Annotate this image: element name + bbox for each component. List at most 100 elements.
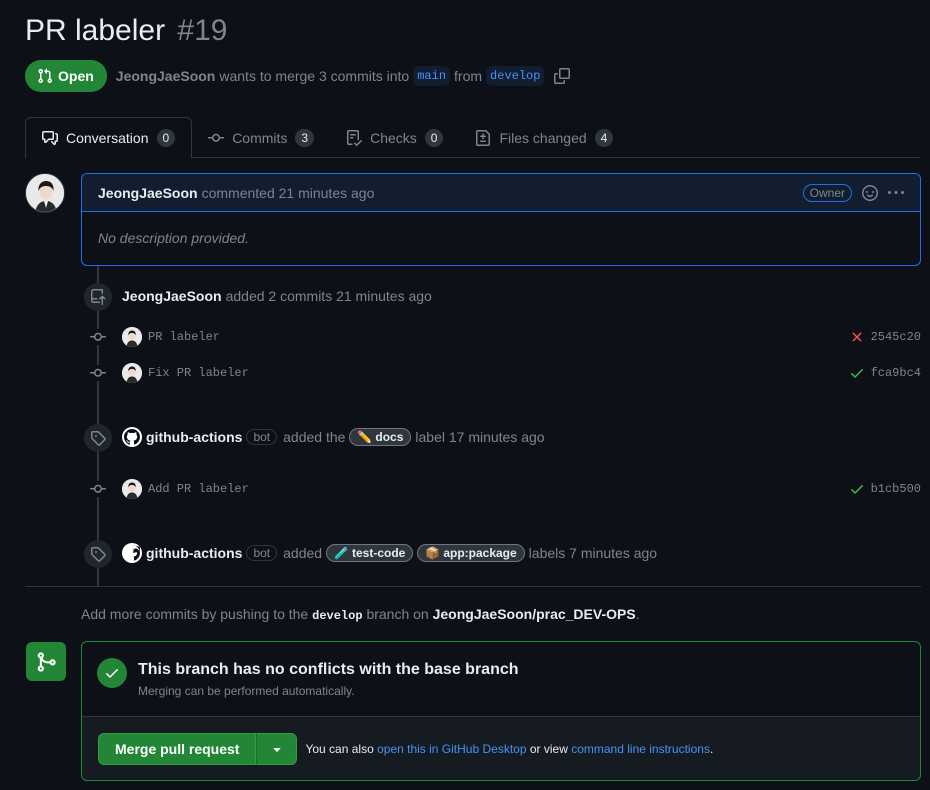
- comment-box: JeongJaeSoon commented 21 minutes ago Ow…: [81, 173, 921, 266]
- state-label: Open: [58, 68, 94, 84]
- comment-header: JeongJaeSoon commented 21 minutes ago Ow…: [82, 174, 920, 212]
- tag-icon: [84, 424, 112, 452]
- label-event: github-actions bot added 🧪 test-code 📦 a…: [122, 543, 657, 563]
- pr-title: PR labeler: [25, 14, 166, 47]
- pr-author-link[interactable]: JeongJaeSoon: [116, 68, 216, 84]
- smiley-icon[interactable]: [862, 184, 878, 201]
- file-diff-icon: [476, 129, 491, 146]
- tab-label: Commits: [232, 129, 288, 146]
- label-test-code[interactable]: 🧪 test-code: [326, 544, 414, 562]
- tab-counter: 4: [594, 128, 614, 147]
- push-hint-text: Add more commits by pushing to the: [81, 606, 309, 622]
- git-merge-icon: [26, 642, 66, 681]
- label-event: github-actions bot added the ✏️ docs lab…: [122, 427, 545, 447]
- commit-row: Fix PR labeler fca9bc4: [122, 362, 921, 384]
- tab-conversation[interactable]: Conversation 0: [25, 117, 193, 159]
- label-text: app:package: [443, 546, 517, 560]
- merge-hint-text: You can also: [305, 741, 374, 756]
- merge-method-dropdown[interactable]: [256, 732, 298, 765]
- event-actor-link[interactable]: github-actions: [146, 429, 242, 445]
- checklist-icon: [347, 129, 363, 146]
- head-branch-link[interactable]: develop: [486, 66, 545, 86]
- commit-dot-icon: [90, 329, 106, 345]
- event-text: added: [283, 545, 323, 561]
- merge-status: This branch has no conflicts with the ba…: [82, 642, 920, 717]
- merge-text: wants to merge 3 commits into: [219, 68, 410, 84]
- commits-event: JeongJaeSoon added 2 commits 21 minutes …: [122, 288, 432, 304]
- label-text: docs: [375, 430, 404, 444]
- avatar[interactable]: [122, 363, 142, 383]
- commit-dot-icon: [90, 481, 106, 497]
- push-hint-text: .: [635, 606, 640, 622]
- event-actor-link[interactable]: JeongJaeSoon: [122, 288, 222, 304]
- tab-label: Checks: [370, 129, 417, 146]
- merge-button-group: Merge pull request: [98, 732, 298, 765]
- push-hint-text: branch on: [366, 606, 429, 622]
- bot-badge: bot: [246, 545, 278, 561]
- commit-message-link[interactable]: Fix PR labeler: [148, 366, 249, 380]
- copy-icon[interactable]: [554, 68, 571, 84]
- label-docs[interactable]: ✏️ docs: [349, 428, 412, 446]
- label-app-package[interactable]: 📦 app:package: [417, 544, 525, 562]
- tab-label: Files changed: [499, 129, 587, 146]
- comment-body: No description provided.: [98, 230, 249, 246]
- avatar[interactable]: [25, 173, 65, 213]
- avatar[interactable]: [122, 327, 142, 347]
- comment-discussion-icon: [42, 131, 58, 145]
- open-in-desktop-link[interactable]: open this in GitHub Desktop: [377, 742, 526, 756]
- label-text: test-code: [352, 546, 406, 560]
- pr-number: #19: [177, 14, 228, 47]
- github-mark-icon[interactable]: [122, 427, 142, 447]
- bot-badge: bot: [246, 429, 278, 445]
- event-actor-link[interactable]: github-actions: [146, 545, 242, 561]
- check-icon[interactable]: [849, 481, 865, 497]
- event-text: added the: [283, 429, 346, 445]
- merge-pull-request-button[interactable]: Merge pull request: [98, 732, 257, 765]
- kebab-horizontal-icon[interactable]: [888, 185, 904, 201]
- state-badge: Open: [25, 60, 107, 92]
- tab-commits[interactable]: Commits 3: [192, 117, 330, 158]
- repo-link[interactable]: JeongJaeSoon/prac_DEV-OPS: [433, 606, 636, 622]
- commit-message-link[interactable]: PR labeler: [148, 330, 220, 344]
- commit-row: PR labeler 2545c20: [122, 326, 921, 348]
- comment-timestamp[interactable]: commented 21 minutes ago: [202, 185, 375, 201]
- pr-meta: Open JeongJaeSoon wants to merge 3 commi…: [25, 60, 571, 92]
- timeline-divider: [25, 586, 921, 587]
- tab-counter: 3: [295, 128, 315, 147]
- tab-label: Conversation: [66, 130, 149, 146]
- commit-sha-link[interactable]: 2545c20: [871, 330, 921, 344]
- check-icon[interactable]: [849, 365, 865, 381]
- tab-files-changed[interactable]: Files changed 4: [459, 117, 629, 158]
- github-mark-icon[interactable]: [122, 543, 142, 563]
- commit-sha-link[interactable]: b1cb500: [871, 482, 921, 496]
- tab-counter: 0: [156, 129, 176, 147]
- package-icon: 📦: [425, 546, 441, 560]
- event-text: added 2 commits 21 minutes ago: [225, 288, 432, 304]
- merge-hint-text: .: [709, 741, 714, 756]
- event-text: labels 7 minutes ago: [528, 545, 658, 561]
- merge-hint-text: or view: [529, 741, 568, 756]
- commit-sha-link[interactable]: fca9bc4: [871, 366, 921, 380]
- push-hint-branch: develop: [312, 609, 363, 623]
- pencil-icon: ✏️: [357, 430, 373, 444]
- tab-checks[interactable]: Checks 0: [330, 117, 459, 158]
- push-hint: Add more commits by pushing to the devel…: [81, 606, 640, 623]
- merge-title: This branch has no conflicts with the ba…: [138, 661, 519, 678]
- merge-hint: You can also open this in GitHub Desktop…: [305, 742, 713, 756]
- merge-actions: Merge pull request You can also open thi…: [82, 717, 920, 780]
- tag-icon: [84, 540, 112, 568]
- command-line-instructions-link[interactable]: command line instructions: [571, 742, 710, 756]
- event-text: label 17 minutes ago: [415, 429, 545, 445]
- check-circle-icon: [97, 658, 127, 688]
- pull-request-icon: [38, 68, 53, 84]
- base-branch-link[interactable]: main: [413, 66, 451, 86]
- from-text: from: [454, 68, 483, 84]
- pr-tabs: Conversation 0 Commits 3 Checks 0 Files …: [25, 117, 920, 159]
- comment-author-link[interactable]: JeongJaeSoon: [98, 185, 198, 201]
- x-icon[interactable]: [849, 329, 865, 345]
- git-commit-icon: [208, 133, 225, 142]
- triangle-down-icon: [273, 747, 281, 752]
- commit-message-link[interactable]: Add PR labeler: [148, 482, 249, 496]
- avatar[interactable]: [122, 479, 142, 499]
- tab-counter: 0: [424, 128, 444, 147]
